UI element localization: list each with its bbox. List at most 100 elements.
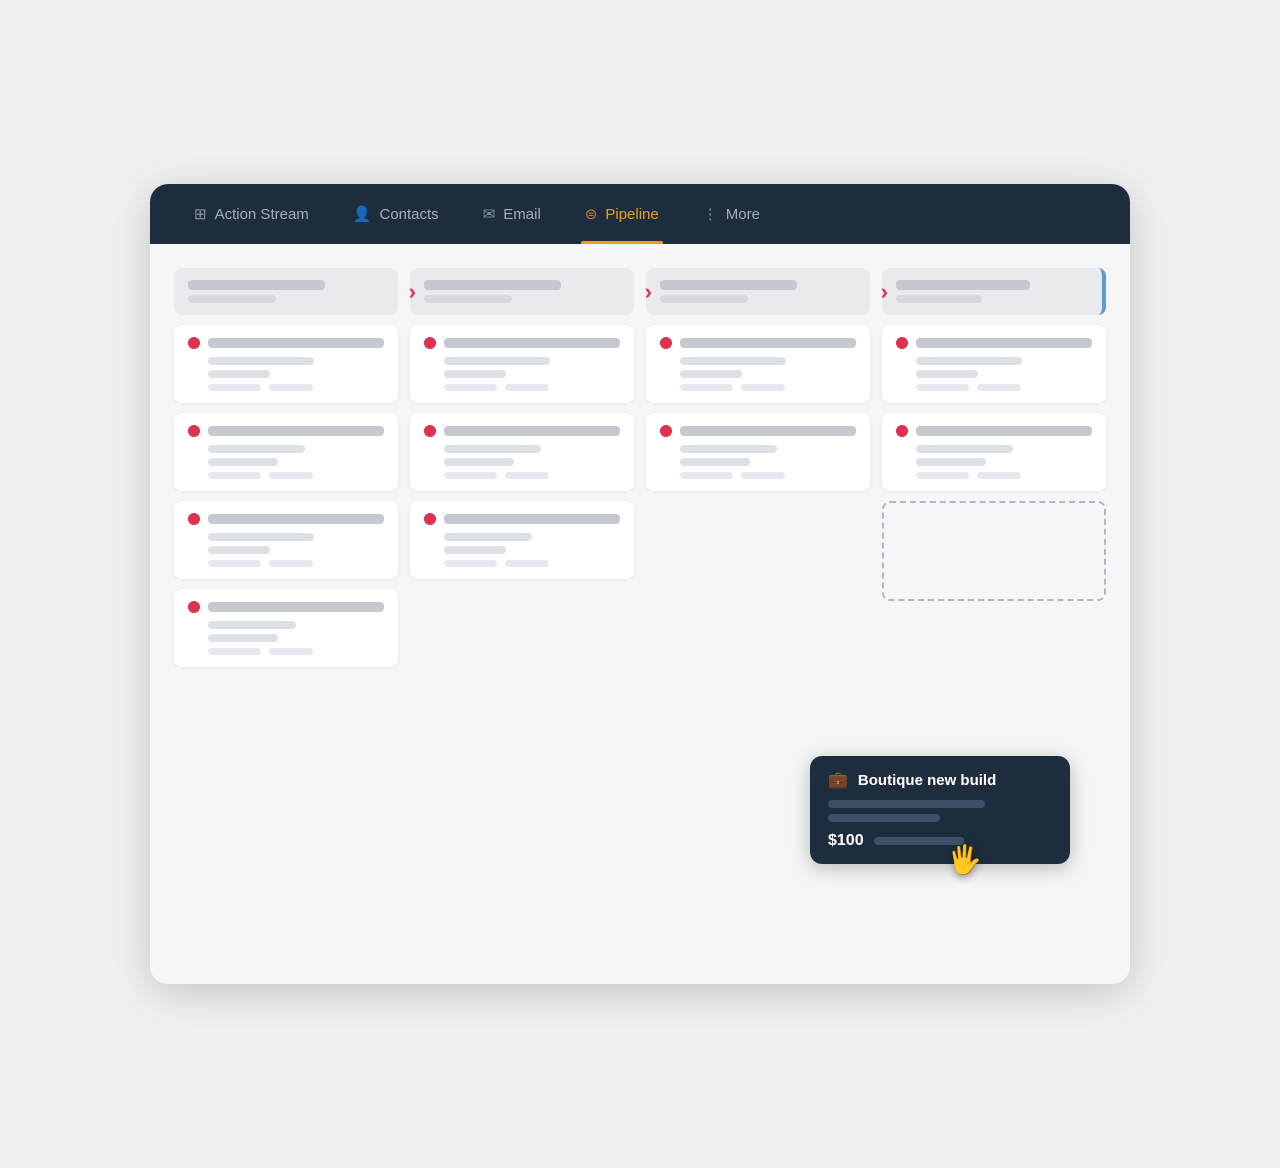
card-title-line <box>208 602 384 612</box>
card-bottom-line <box>208 384 261 391</box>
card-sub-line <box>444 533 532 541</box>
col-header-line1-2 <box>424 280 561 290</box>
card-dot <box>660 337 672 349</box>
col-header-line2-3 <box>660 295 748 303</box>
pipeline-column-2: › <box>410 268 634 677</box>
card-sub-line <box>444 445 541 453</box>
nav-bar: ⊞ Action Stream 👤 Contacts ✉ Email ⊜ Pip… <box>150 184 1130 244</box>
card-bottom-line <box>208 560 261 567</box>
tooltip-header: 💼 Boutique new build <box>828 770 1052 790</box>
card-dot <box>424 513 436 525</box>
card-dot <box>424 337 436 349</box>
card-sub-line <box>444 370 506 378</box>
tooltip-price: $100 <box>828 832 864 850</box>
pipeline-card[interactable] <box>174 501 398 579</box>
card-sub-line <box>208 621 296 629</box>
card-bottom-line <box>269 472 313 479</box>
card-title-line <box>916 338 1092 348</box>
card-bottom-line <box>505 472 549 479</box>
nav-item-email[interactable]: ✉ Email <box>463 184 561 244</box>
nav-label-action-stream: Action Stream <box>215 206 309 223</box>
nav-item-action-stream[interactable]: ⊞ Action Stream <box>174 184 329 244</box>
col-header-3: › <box>646 268 870 315</box>
nav-label-email: Email <box>503 206 541 223</box>
pipeline-card[interactable] <box>410 501 634 579</box>
card-sub-line <box>916 357 1022 365</box>
card-dot <box>188 513 200 525</box>
col-header-lines-2 <box>424 280 620 303</box>
card-title-line <box>208 514 384 524</box>
card-bottom-line <box>269 648 313 655</box>
pipeline-card[interactable] <box>410 325 634 403</box>
card-title-line <box>208 338 384 348</box>
app-window: ⊞ Action Stream 👤 Contacts ✉ Email ⊜ Pip… <box>150 184 1130 984</box>
card-dot <box>188 337 200 349</box>
col-header-line1-4 <box>896 280 1030 290</box>
col-header-line2-4 <box>896 295 982 303</box>
pipeline-board: › <box>174 268 1106 677</box>
pipeline-icon: ⊜ <box>585 205 598 223</box>
card-sub-line <box>208 357 314 365</box>
card-sub-line <box>208 370 270 378</box>
card-sub-line <box>208 533 314 541</box>
email-icon: ✉ <box>483 205 496 223</box>
drag-tooltip: 💼 Boutique new build $100 <box>810 756 1070 864</box>
card-title-line <box>444 338 620 348</box>
card-bottom-line <box>444 472 497 479</box>
col-header-1: › <box>174 268 398 315</box>
pipeline-card[interactable] <box>882 325 1106 403</box>
col-header-line1-3 <box>660 280 797 290</box>
card-sub-line <box>208 458 278 466</box>
card-bottom-line <box>977 384 1021 391</box>
card-sub-line <box>680 458 750 466</box>
card-bottom-line <box>208 648 261 655</box>
pipeline-card[interactable] <box>174 413 398 491</box>
card-title-line <box>916 426 1092 436</box>
more-icon: ⋮ <box>703 205 718 223</box>
card-title-line <box>208 426 384 436</box>
nav-item-pipeline[interactable]: ⊜ Pipeline <box>565 184 679 244</box>
drag-cursor-icon: 🖐 <box>947 843 982 876</box>
card-sub-line <box>444 458 514 466</box>
col-header-lines-1 <box>188 280 384 303</box>
card-bottom-line <box>680 384 733 391</box>
pipeline-card[interactable] <box>646 413 870 491</box>
card-dot <box>188 601 200 613</box>
card-bottom-line <box>269 560 313 567</box>
tooltip-line-1 <box>828 800 985 808</box>
card-bottom-line <box>916 384 969 391</box>
pipeline-card[interactable] <box>882 413 1106 491</box>
col-header-line2-2 <box>424 295 512 303</box>
card-dot <box>896 337 908 349</box>
pipeline-card[interactable] <box>174 325 398 403</box>
action-stream-icon: ⊞ <box>194 205 207 223</box>
card-bottom-line <box>916 472 969 479</box>
pipeline-column-1: › <box>174 268 398 677</box>
pipeline-card[interactable] <box>174 589 398 667</box>
tooltip-line-2 <box>828 814 940 822</box>
pipeline-card[interactable] <box>646 325 870 403</box>
card-dot <box>188 425 200 437</box>
pipeline-card[interactable] <box>410 413 634 491</box>
card-title-line <box>444 426 620 436</box>
nav-item-more[interactable]: ⋮ More <box>683 184 780 244</box>
card-bottom-line <box>444 384 497 391</box>
card-sub-line <box>208 634 278 642</box>
card-sub-line <box>916 370 978 378</box>
main-content: › <box>150 244 1130 984</box>
tooltip-bottom: $100 <box>828 832 1052 850</box>
nav-item-contacts[interactable]: 👤 Contacts <box>333 184 459 244</box>
pipeline-column-4 <box>882 268 1106 677</box>
nav-label-more: More <box>726 206 760 223</box>
col-header-lines-4 <box>896 280 1088 303</box>
card-bottom-line <box>505 384 549 391</box>
col-header-line1-1 <box>188 280 325 290</box>
tooltip-briefcase-icon: 💼 <box>828 770 848 790</box>
tooltip-title: Boutique new build <box>858 772 996 789</box>
card-bottom-line <box>741 384 785 391</box>
card-bottom-line <box>269 384 313 391</box>
pipeline-column-3: › <box>646 268 870 677</box>
nav-label-pipeline: Pipeline <box>605 206 658 223</box>
contacts-icon: 👤 <box>353 205 372 223</box>
col-header-4 <box>882 268 1106 315</box>
